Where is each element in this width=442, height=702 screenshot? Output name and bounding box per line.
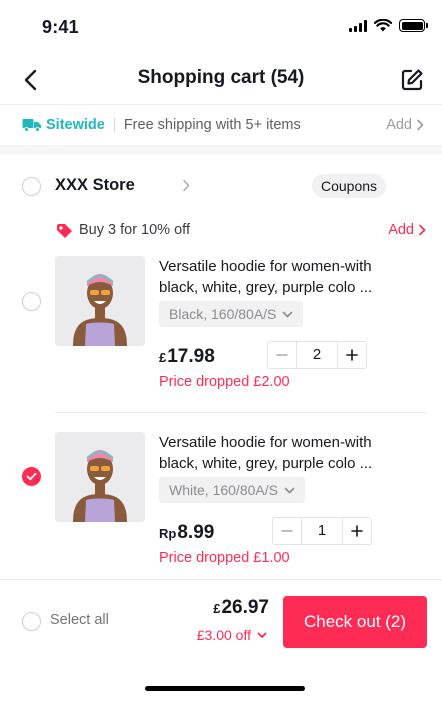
promo-text: Buy 3 for 10% off: [79, 222, 190, 238]
item-title[interactable]: Versatile hoodie for women-with black, w…: [159, 432, 409, 474]
checkmark-icon: [26, 472, 37, 481]
edit-button[interactable]: [398, 66, 426, 94]
battery-icon: [399, 19, 428, 32]
discount-breakdown[interactable]: £3.00 off: [197, 627, 267, 643]
checkout-button[interactable]: Check out (2): [283, 596, 427, 648]
item-title[interactable]: Versatile hoodie for women-with black, w…: [159, 256, 409, 298]
edit-icon: [401, 69, 423, 91]
wifi-icon: [374, 19, 392, 32]
cart-item: Versatile hoodie for women-with black, w…: [0, 431, 442, 591]
quantity-stepper: 2: [267, 341, 367, 369]
price-drop-notice: Price dropped £1.00: [159, 550, 290, 566]
minus-icon: [276, 354, 288, 356]
cellular-signal-icon: [349, 19, 367, 32]
increment-button[interactable]: [338, 342, 366, 368]
checkout-footer: Select all £ 26.97 £3.00 off Check out (…: [0, 579, 442, 661]
discount-label: £3.00 off: [196, 627, 251, 643]
cart-item: Versatile hoodie for women-with black, w…: [0, 255, 442, 415]
status-time: 9:41: [42, 17, 79, 37]
variant-label: White, 160/80A/S: [169, 482, 278, 498]
select-all-label[interactable]: Select all: [50, 612, 109, 628]
store-name[interactable]: XXX Store: [55, 176, 135, 195]
home-indicator: [145, 686, 305, 691]
shipping-banner[interactable]: Sitewide Free shipping with 5+ items Add: [0, 105, 442, 145]
decrement-button[interactable]: [268, 342, 296, 368]
status-icons: [349, 19, 428, 32]
promo-add-link[interactable]: Add: [388, 222, 426, 238]
decrement-button[interactable]: [273, 518, 301, 544]
chevron-right-icon: [417, 119, 424, 131]
chevron-right-icon: [419, 224, 426, 236]
variant-label: Black, 160/80A/S: [169, 306, 277, 322]
item-divider: [55, 412, 428, 413]
price-currency: Rp: [159, 526, 177, 541]
variant-selector[interactable]: White, 160/80A/S: [159, 477, 305, 503]
chevron-right-icon[interactable]: [182, 179, 190, 192]
shipping-add-label: Add: [386, 117, 412, 133]
section-spacer: [0, 145, 442, 154]
plus-icon: [346, 349, 358, 361]
price-amount: 8.99: [177, 522, 215, 543]
shipping-text: Free shipping with 5+ items: [123, 117, 301, 133]
price-currency: £: [159, 350, 167, 365]
variant-selector[interactable]: Black, 160/80A/S: [159, 301, 304, 327]
store-select-radio[interactable]: [22, 177, 41, 196]
plus-icon: [351, 525, 363, 537]
sitewide-label: Sitewide: [46, 117, 105, 133]
item-price: Rp 8.99: [159, 522, 214, 544]
select-all-radio[interactable]: [22, 612, 41, 631]
promo-add-label: Add: [388, 222, 414, 238]
minus-icon: [281, 530, 293, 532]
quantity-stepper: 1: [272, 517, 372, 545]
banner-separator: [113, 118, 115, 132]
store-row: XXX Store Coupons: [0, 170, 442, 202]
product-image[interactable]: [55, 432, 145, 522]
tag-icon: [57, 224, 72, 238]
quantity-value[interactable]: 2: [296, 342, 338, 368]
product-image[interactable]: [55, 256, 145, 346]
chevron-down-icon: [284, 487, 295, 493]
cart-total: £ 26.97: [213, 597, 269, 619]
price-amount: 17.98: [167, 346, 215, 367]
chevron-down-icon: [257, 632, 267, 638]
item-select-radio[interactable]: [22, 467, 41, 486]
total-amount: 26.97: [221, 597, 269, 618]
total-currency: £: [213, 601, 221, 616]
shipping-add-link[interactable]: Add: [386, 117, 424, 133]
coupons-button[interactable]: Coupons: [312, 174, 387, 198]
price-drop-notice: Price dropped £2.00: [159, 374, 290, 390]
chevron-down-icon: [283, 311, 293, 317]
quantity-value[interactable]: 1: [301, 518, 343, 544]
promo-row: Buy 3 for 10% off Add: [0, 220, 442, 242]
truck-icon: [22, 118, 42, 132]
page-title: Shopping cart (54): [137, 67, 305, 88]
header: Shopping cart (54): [0, 56, 442, 104]
increment-button[interactable]: [343, 518, 371, 544]
item-select-radio[interactable]: [22, 292, 41, 311]
item-price: £ 17.98: [159, 346, 215, 368]
status-bar: 9:41: [0, 0, 442, 56]
